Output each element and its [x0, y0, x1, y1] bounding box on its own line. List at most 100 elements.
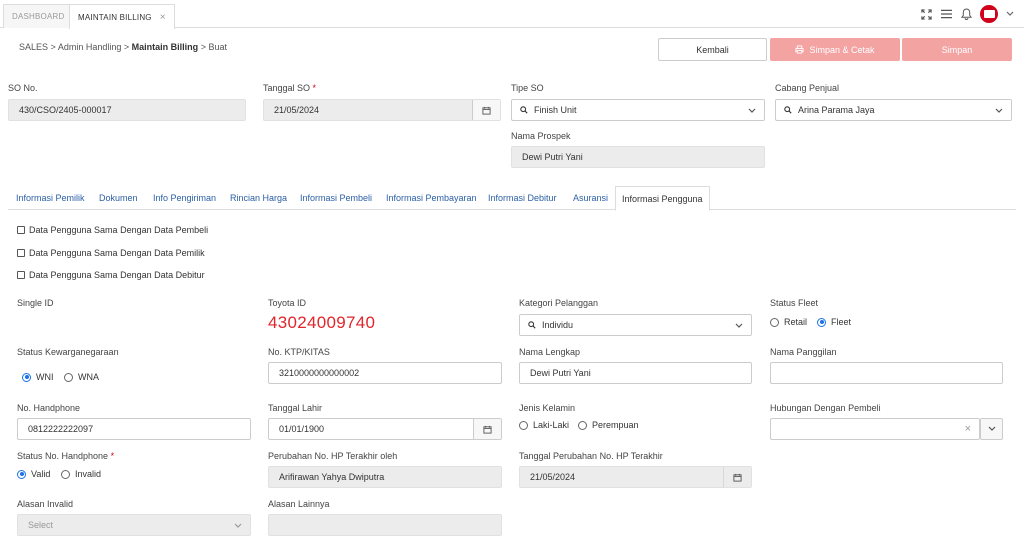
checkbox-box[interactable]: [17, 249, 25, 257]
kewarganegaraan-label: Status Kewarganegaraan: [17, 347, 119, 357]
nama-lengkap-input[interactable]: Dewi Putri Yani: [519, 362, 752, 384]
radio-wna[interactable]: WNA: [64, 372, 99, 382]
radio-circle[interactable]: [64, 372, 73, 382]
tab-label: DASHBOARD: [12, 12, 65, 21]
alasan-invalid-select[interactable]: Select: [17, 514, 251, 536]
radio-circle-selected[interactable]: [22, 372, 31, 382]
tanggal-lahir-label: Tanggal Lahir: [268, 403, 323, 413]
tab-maintain-billing[interactable]: MAINTAIN BILLING ×: [69, 4, 175, 29]
top-bar: DASHBOARD MAINTAIN BILLING ×: [0, 0, 1024, 29]
radio-invalid[interactable]: Invalid: [61, 469, 101, 479]
breadcrumb-separator: >: [123, 42, 130, 52]
tab-informasi-pembayaran[interactable]: Informasi Pembayaran: [386, 186, 477, 210]
nama-prospek-field: Dewi Putri Yani: [511, 146, 765, 168]
tanggal-perubahan-label: Tanggal Perubahan No. HP Terakhir: [519, 451, 663, 461]
breadcrumb-current: Buat: [208, 42, 227, 52]
tab-dokumen[interactable]: Dokumen: [99, 186, 138, 210]
nama-panggilan-label: Nama Panggilan: [770, 347, 837, 357]
checkbox-box[interactable]: [17, 226, 25, 234]
toyota-id-value: 43024009740: [268, 313, 376, 332]
field-value: Finish Unit: [534, 105, 577, 115]
tanggal-perubahan-field: 21/05/2024: [519, 466, 752, 488]
breadcrumb-item[interactable]: SALES: [19, 42, 48, 52]
tanggal-lahir-input[interactable]: 01/01/1900: [268, 418, 502, 440]
radio-circle[interactable]: [770, 317, 779, 327]
tab-label: MAINTAIN BILLING: [78, 12, 152, 22]
section-tabs: Informasi Pemilik Dokumen Info Pengirima…: [8, 186, 1016, 211]
radio-valid[interactable]: Valid: [17, 469, 50, 479]
bell-icon[interactable]: [960, 8, 972, 20]
breadcrumb-separator: >: [50, 42, 56, 52]
breadcrumb-item[interactable]: Admin Handling: [58, 42, 122, 52]
expand-icon[interactable]: [920, 8, 932, 20]
nama-prospek-label: Nama Prospek: [511, 131, 571, 141]
handphone-label: No. Handphone: [17, 403, 81, 413]
kembali-button[interactable]: Kembali: [658, 38, 767, 61]
checkbox-label: Data Pengguna Sama Dengan Data Pembeli: [29, 225, 209, 235]
radio-laki-laki[interactable]: Laki-Laki: [519, 420, 569, 430]
field-value: Dewi Putri Yani: [530, 368, 591, 378]
calendar-icon[interactable]: [472, 100, 500, 120]
checkbox-box[interactable]: [17, 271, 25, 279]
chevron-down-icon: [735, 321, 743, 331]
alasan-lainnya-label: Alasan Lainnya: [268, 499, 330, 509]
tipe-so-select[interactable]: Finish Unit: [511, 99, 765, 121]
checkbox-sama-pembeli[interactable]: Data Pengguna Sama Dengan Data Pembeli: [17, 225, 208, 235]
kategori-label: Kategori Pelanggan: [519, 298, 599, 308]
radio-circle-selected[interactable]: [17, 469, 26, 479]
tanggal-so-label: Tanggal SO *: [263, 83, 317, 93]
tab-informasi-pemilik[interactable]: Informasi Pemilik: [16, 186, 85, 210]
alasan-invalid-label: Alasan Invalid: [17, 499, 74, 509]
radio-fleet[interactable]: Fleet: [817, 317, 851, 327]
field-value: Individu: [542, 320, 574, 330]
tab-asuransi[interactable]: Asuransi: [573, 186, 608, 210]
breadcrumb-item[interactable]: Maintain Billing: [132, 42, 199, 52]
field-value: 0812222222097: [28, 424, 94, 434]
tab-informasi-pengguna[interactable]: Informasi Pengguna: [615, 186, 710, 211]
hubungan-select[interactable]: ×: [770, 418, 980, 440]
field-value: 3210000000000002: [279, 368, 360, 378]
radio-retail[interactable]: Retail: [770, 317, 807, 327]
simpan-cetak-button[interactable]: Simpan & Cetak: [770, 38, 900, 61]
tab-informasi-debitur[interactable]: Informasi Debitur: [488, 186, 557, 210]
cabang-select[interactable]: Arina Parama Jaya: [775, 99, 1012, 121]
tab-informasi-pembeli[interactable]: Informasi Pembeli: [300, 186, 372, 210]
radio-label: WNA: [78, 372, 99, 382]
calendar-icon: [723, 467, 751, 487]
radio-wni[interactable]: WNI: [22, 372, 54, 382]
checkbox-sama-pemilik[interactable]: Data Pengguna Sama Dengan Data Pemilik: [17, 248, 205, 258]
nama-panggilan-input[interactable]: [770, 362, 1003, 384]
hubungan-label: Hubungan Dengan Pembeli: [770, 403, 881, 413]
handphone-input[interactable]: 0812222222097: [17, 418, 251, 440]
close-icon[interactable]: ×: [160, 12, 166, 23]
tab-dashboard[interactable]: DASHBOARD: [3, 4, 74, 28]
kategori-select[interactable]: Individu: [519, 314, 752, 336]
chevron-down-icon: [748, 106, 756, 116]
radio-circle-selected[interactable]: [817, 317, 826, 327]
ktp-input[interactable]: 3210000000000002: [268, 362, 502, 384]
tab-rincian-harga[interactable]: Rincian Harga: [230, 186, 287, 210]
radio-label: Laki-Laki: [533, 420, 570, 430]
field-value: Arina Parama Jaya: [798, 105, 875, 115]
menu-icon[interactable]: [940, 8, 952, 20]
hubungan-dropdown-button[interactable]: [980, 418, 1003, 440]
tab-info-pengiriman[interactable]: Info Pengiriman: [153, 186, 216, 210]
clear-icon[interactable]: ×: [965, 423, 971, 435]
radio-perempuan[interactable]: Perempuan: [578, 420, 639, 430]
chevron-down-icon[interactable]: [1006, 8, 1014, 20]
checkbox-sama-debitur[interactable]: Data Pengguna Sama Dengan Data Debitur: [17, 270, 205, 280]
user-avatar[interactable]: [980, 5, 998, 23]
radio-circle[interactable]: [61, 469, 70, 479]
perubahan-field: Arifirawan Yahya Dwiputra: [268, 466, 502, 488]
tanggal-so-field: 21/05/2024: [263, 99, 501, 121]
radio-circle[interactable]: [578, 420, 587, 430]
simpan-button[interactable]: Simpan: [902, 38, 1012, 61]
so-no-label: SO No.: [8, 83, 38, 93]
field-value: 21/05/2024: [274, 105, 320, 115]
select-placeholder: Select: [28, 520, 54, 530]
radio-circle[interactable]: [519, 420, 528, 430]
checkbox-label: Data Pengguna Sama Dengan Data Pemilik: [29, 248, 205, 258]
cabang-label: Cabang Penjual: [775, 83, 840, 93]
alasan-lainnya-input[interactable]: [268, 514, 502, 536]
calendar-icon[interactable]: [473, 419, 501, 439]
